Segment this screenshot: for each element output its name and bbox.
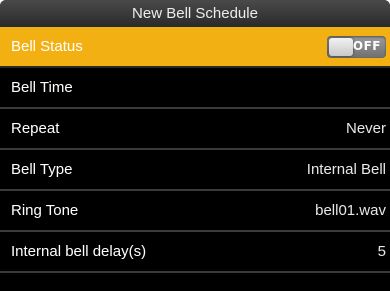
bell-status-toggle[interactable]: OFF bbox=[327, 35, 386, 58]
page-title: New Bell Schedule bbox=[132, 5, 258, 22]
setting-value: bell01.wav bbox=[315, 202, 386, 219]
setting-bell-type[interactable]: Bell Type Internal Bell bbox=[0, 150, 390, 191]
setting-label: Bell Time bbox=[11, 79, 73, 96]
setting-bell-status[interactable]: Bell Status OFF bbox=[0, 27, 390, 68]
setting-repeat[interactable]: Repeat Never bbox=[0, 109, 390, 150]
setting-label: Bell Status bbox=[11, 38, 83, 55]
setting-value: Internal Bell bbox=[306, 161, 386, 178]
device-screen: New Bell Schedule Bell Status OFF Bell T… bbox=[0, 0, 390, 291]
toggle-knob bbox=[329, 37, 353, 56]
title-bar: New Bell Schedule bbox=[0, 0, 390, 27]
setting-label: Ring Tone bbox=[11, 202, 79, 219]
setting-label: Bell Type bbox=[11, 161, 73, 178]
setting-label: Internal bell delay(s) bbox=[11, 243, 147, 260]
setting-bell-time[interactable]: Bell Time bbox=[0, 68, 390, 109]
setting-internal-bell-delay[interactable]: Internal bell delay(s) 5 bbox=[0, 232, 390, 273]
setting-label: Repeat bbox=[11, 120, 60, 137]
settings-list: Bell Status OFF Bell Time Repeat Never B… bbox=[0, 27, 390, 273]
setting-ring-tone[interactable]: Ring Tone bell01.wav bbox=[0, 191, 390, 232]
setting-value: Never bbox=[345, 120, 386, 137]
setting-value: 5 bbox=[377, 243, 386, 260]
toggle-state-text: OFF bbox=[352, 38, 381, 53]
